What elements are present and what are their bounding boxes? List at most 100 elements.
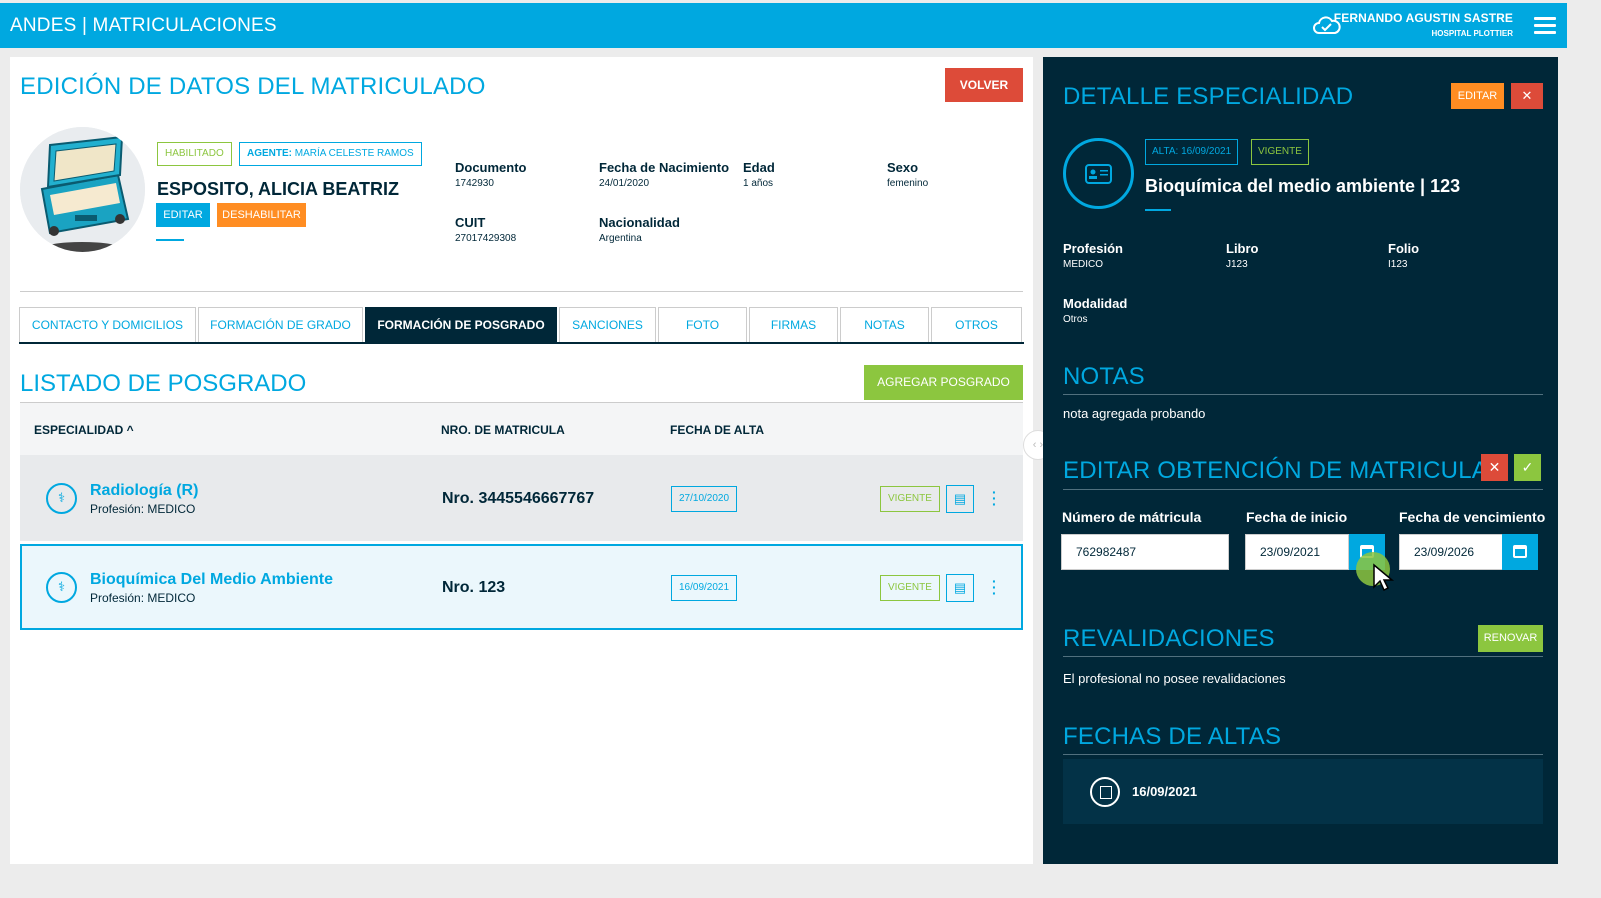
alta-item: 16/09/2021 — [1063, 759, 1543, 824]
modalidad-field: Modalidad Otros — [1063, 296, 1127, 325]
field-value: Argentina — [599, 233, 642, 244]
field-label: Fecha de Nacimiento — [599, 160, 730, 175]
column-especialidad[interactable]: ESPECIALIDAD ^ — [34, 423, 134, 437]
more-options-icon[interactable]: · · · — [992, 485, 997, 511]
more-options-icon[interactable]: · · · — [992, 574, 997, 600]
revalidaciones-text: El profesional no posee revalidaciones — [1063, 671, 1286, 686]
fecha-inicio-input[interactable]: 23/09/2021 — [1245, 534, 1349, 570]
table-row[interactable]: ⚕ Bioquímica Del Medio Ambiente Profesió… — [20, 544, 1023, 630]
field-value: 1 años — [743, 178, 774, 189]
agente-label: AGENTE: — [247, 148, 292, 159]
tab-formacion-grado[interactable]: FORMACIÓN DE GRADO — [198, 307, 363, 342]
disable-person-button[interactable]: DESHABILITAR — [217, 203, 306, 227]
field-label: Libro — [1226, 241, 1259, 256]
app-title[interactable]: ANDES | MATRICULACIONES — [10, 15, 277, 37]
folio-field: Folio I123 — [1388, 241, 1419, 270]
tab-bar: CONTACTO Y DOMICILIOS FORMACIÓN DE GRADO… — [19, 307, 1024, 344]
edad-field: Edad 1 años — [743, 160, 775, 189]
close-panel-button[interactable]: ✕ — [1511, 83, 1543, 109]
field-value: 24/01/2020 — [599, 178, 650, 189]
nro-matricula: Nro. 3445546667767 — [442, 490, 595, 507]
field-value: 1742930 — [455, 178, 494, 189]
fecha-vencimiento-input[interactable]: 23/09/2026 — [1399, 534, 1503, 570]
stethoscope-icon: ⚕ — [46, 572, 77, 603]
divider — [1063, 394, 1543, 395]
tab-notas[interactable]: NOTAS — [840, 307, 929, 342]
fechas-altas-title: FECHAS DE ALTAS — [1063, 723, 1282, 750]
volver-button[interactable]: VOLVER — [945, 68, 1023, 102]
divider — [20, 291, 1023, 292]
hamburger-menu-icon[interactable] — [1534, 17, 1556, 35]
matriculado-panel: EDICIÓN DE DATOS DEL MATRICULADO VOLVER … — [10, 57, 1033, 864]
field-label: Documento — [455, 160, 527, 175]
libro-field: Libro J123 — [1226, 241, 1259, 270]
field-label: CUIT — [455, 215, 486, 230]
title-underline — [1145, 209, 1171, 211]
numero-matricula-label: Número de mátricula — [1062, 509, 1202, 525]
stethoscope-icon: ⚕ — [46, 483, 77, 514]
especialidad-title: Bioquímica del medio ambiente | 123 — [1145, 176, 1461, 196]
divider — [1063, 489, 1543, 490]
user-info: FERNANDO AGUSTIN SASTRE HOSPITAL PLOTTIE… — [1334, 11, 1513, 38]
person-name: ESPOSITO, ALICIA BEATRIZ — [157, 179, 400, 199]
tab-sanciones[interactable]: SANCIONES — [559, 307, 656, 342]
revalidaciones-title: REVALIDACIONES — [1063, 625, 1275, 652]
table-header: ESPECIALIDAD ^ NRO. DE MATRICULA FECHA D… — [20, 403, 1023, 455]
documento-field: Documento 1742930 — [455, 160, 527, 189]
column-fecha-alta: FECHA DE ALTA — [670, 423, 764, 437]
tab-firmas[interactable]: FIRMAS — [749, 307, 838, 342]
numero-matricula-input[interactable]: 762982487 — [1061, 534, 1229, 570]
fecha-alta-badge: 16/09/2021 — [671, 575, 738, 601]
table-row[interactable]: ⚕ Radiología (R) Profesión: MEDICO Nro. … — [20, 455, 1023, 541]
field-value: Otros — [1063, 314, 1088, 325]
confirm-edit-button[interactable]: ✓ — [1514, 454, 1541, 481]
mouse-pointer-icon — [1373, 563, 1395, 592]
vigente-badge: VIGENTE — [1251, 139, 1309, 165]
field-value: MEDICO — [1063, 259, 1103, 270]
fecha-alta-badge: 27/10/2020 — [671, 486, 738, 512]
column-nro-matricula: NRO. DE MATRICULA — [441, 423, 565, 437]
field-value: 27017429308 — [455, 233, 517, 244]
nota-text: nota agregada probando — [1063, 406, 1206, 421]
field-label: Profesión — [1063, 241, 1123, 256]
field-value: I123 — [1388, 259, 1408, 270]
tab-otros[interactable]: OTROS — [931, 307, 1022, 342]
suitcase-illustration-icon — [20, 127, 145, 252]
cuit-field: CUIT 27017429308 — [455, 215, 516, 244]
field-label: Nacionalidad — [599, 215, 680, 230]
document-icon[interactable]: ▤ — [946, 574, 974, 602]
cancel-edit-button[interactable]: ✕ — [1481, 454, 1508, 481]
field-label: Folio — [1388, 241, 1420, 256]
edit-especialidad-button[interactable]: EDITAR — [1451, 83, 1504, 109]
name-underline — [156, 239, 184, 241]
alta-date: 16/09/2021 — [1132, 784, 1198, 799]
edit-person-button[interactable]: EDITAR — [156, 203, 210, 227]
alta-badge: ALTA: 16/09/2021 — [1145, 139, 1239, 165]
calendar-icon[interactable] — [1502, 534, 1538, 570]
vigente-badge: VIGENTE — [880, 575, 940, 601]
page-title: EDICIÓN DE DATOS DEL MATRICULADO — [20, 73, 486, 100]
sexo-field: Sexo femenino — [887, 160, 928, 189]
top-bar: ANDES | MATRICULACIONES FERNANDO AGUSTIN… — [0, 3, 1567, 48]
field-value: femenino — [887, 178, 929, 189]
nacionalidad-field: Nacionalidad Argentina — [599, 215, 680, 244]
fecha-nacimiento-field: Fecha de Nacimiento 24/01/2020 — [599, 160, 729, 189]
tab-formacion-posgrado[interactable]: FORMACIÓN DE POSGRADO — [365, 307, 557, 342]
agregar-posgrado-button[interactable]: AGREGAR POSGRADO — [864, 365, 1023, 400]
especialidad-link[interactable]: Radiología (R) — [90, 482, 198, 500]
agente-value: MARÍA CELESTE RAMOS — [294, 148, 414, 159]
tab-contacto-domicilios[interactable]: CONTACTO Y DOMICILIOS — [19, 307, 196, 342]
nro-matricula: Nro. 123 — [442, 579, 506, 596]
renovar-button[interactable]: RENOVAR — [1478, 625, 1543, 652]
id-card-icon — [1063, 138, 1134, 209]
tab-foto[interactable]: FOTO — [658, 307, 747, 342]
detalle-title: DETALLE ESPECIALIDAD — [1063, 83, 1354, 110]
document-icon[interactable]: ▤ — [946, 485, 974, 513]
calendar-icon — [1090, 777, 1120, 807]
field-value: J123 — [1226, 259, 1248, 270]
editar-matricula-title: EDITAR OBTENCIÓN DE MATRICULA — [1063, 457, 1488, 484]
profesion-field: Profesión MEDICO — [1063, 241, 1123, 270]
profesion-text: Profesión: MEDICO — [90, 502, 196, 516]
fecha-inicio-label: Fecha de inicio — [1246, 509, 1348, 525]
especialidad-link[interactable]: Bioquímica Del Medio Ambiente — [90, 571, 333, 589]
